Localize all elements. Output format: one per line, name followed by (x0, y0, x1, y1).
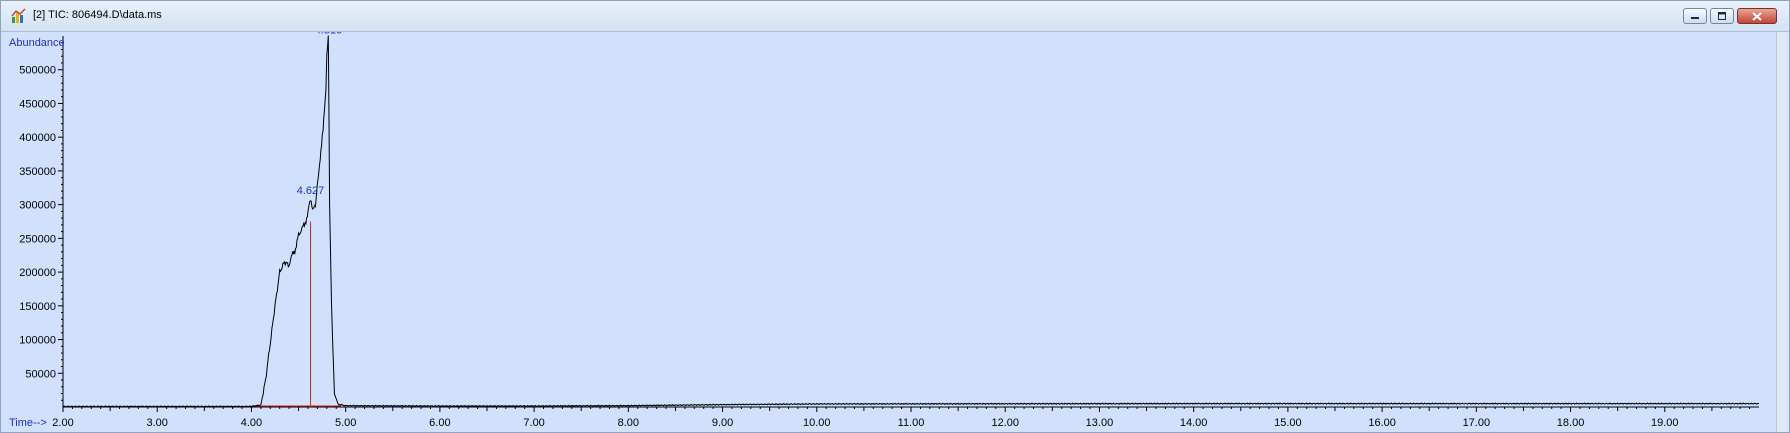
x-tick-label: 2.00 (52, 417, 73, 429)
plot-area[interactable]: 50000 100000 150000 200000 250000 300000 35000… (1, 32, 1789, 432)
x-axis-title: Time--> (9, 417, 47, 429)
maximize-icon (1718, 12, 1726, 20)
x-tick-label: 13.00 (1086, 417, 1114, 429)
chromatogram-app-icon (11, 8, 26, 23)
y-tick-label: 350000 (19, 166, 56, 178)
x-tick-label: 8.00 (618, 417, 639, 429)
y-axis-title: Abundance (9, 37, 65, 49)
x-tick-label: 11.00 (898, 417, 925, 429)
x-tick-label: 6.00 (429, 417, 450, 429)
tic-trace (62, 35, 1759, 408)
tic-series-line (62, 35, 1759, 408)
x-tick-label: 17.00 (1463, 417, 1491, 429)
chart-ticks (58, 42, 1751, 412)
y-tick-label: 450000 (19, 98, 56, 110)
chart-axes (62, 36, 1759, 408)
y-tick-label: 200000 (19, 267, 56, 279)
x-tick-label: 15.00 (1274, 417, 1302, 429)
chromatogram-chart: 50000 100000 150000 200000 250000 300000 35000… (9, 32, 1759, 429)
x-tick-label: 14.00 (1180, 417, 1208, 429)
y-tick-label: 150000 (19, 301, 56, 313)
x-tick-label: 12.00 (991, 417, 1019, 429)
x-tick-label: 3.00 (147, 417, 168, 429)
x-tick-label: 5.00 (335, 417, 356, 429)
close-icon (1752, 11, 1762, 21)
y-tick-label: 50000 (25, 368, 56, 380)
maximize-button[interactable] (1710, 8, 1734, 24)
close-button[interactable] (1737, 8, 1777, 24)
integration-marker (251, 221, 341, 407)
window-right-edge (1776, 32, 1787, 432)
y-tick-label: 250000 (19, 233, 56, 245)
y-tick-label: 500000 (19, 65, 56, 77)
x-tick-label: 18.00 (1557, 417, 1585, 429)
chart-labels: 50000 100000 150000 200000 250000 300000 35000… (9, 37, 1679, 429)
title-bar[interactable]: [2] TIC: 806494.D\data.ms (1, 1, 1789, 32)
peak-label: 4.816 (315, 32, 343, 36)
y-tick-label: 300000 (19, 200, 56, 212)
chromatogram-window: [2] TIC: 806494.D\data.ms 50000 100000 150… (0, 0, 1790, 433)
minimize-icon (1691, 17, 1699, 19)
peak-label: 4.627 (297, 185, 325, 197)
peak-labels: 4.816 4.627 (297, 32, 342, 197)
x-tick-label: 9.00 (712, 417, 733, 429)
x-tick-label: 10.00 (803, 417, 831, 429)
x-tick-label: 19.00 (1651, 417, 1679, 429)
x-tick-label: 4.00 (241, 417, 262, 429)
minimize-button[interactable] (1683, 8, 1707, 24)
y-tick-label: 100000 (19, 335, 56, 347)
window-title: [2] TIC: 806494.D\data.ms (33, 9, 162, 21)
x-tick-label: 7.00 (523, 417, 544, 429)
window-controls (1683, 8, 1777, 24)
y-tick-label: 400000 (19, 132, 56, 144)
x-tick-label: 16.00 (1368, 417, 1396, 429)
